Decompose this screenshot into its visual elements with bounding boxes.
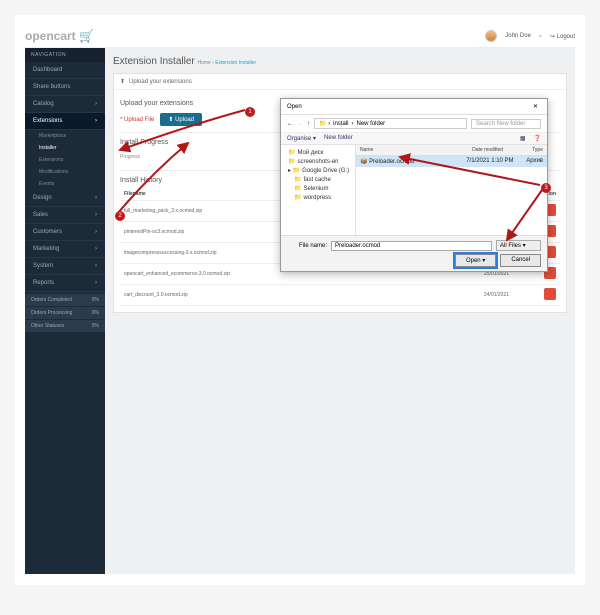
tree-item[interactable]: 📁 Мой диск <box>284 148 352 157</box>
annotation-arrow <box>385 145 555 255</box>
annotation-badge-2: 2 <box>115 211 125 221</box>
annotation-badge-1: 1 <box>245 107 255 117</box>
nav-customers[interactable]: Customers› <box>25 224 105 241</box>
forward-icon[interactable]: → <box>297 121 303 127</box>
sub-modifications[interactable]: Modifications <box>25 166 105 178</box>
topbar: opencart 🛒 John Doe ▾ ↪ Logout <box>25 25 575 48</box>
organise-menu[interactable]: Organise ▾ <box>287 135 316 142</box>
user-name[interactable]: John Doe <box>505 33 531 39</box>
sub-marketplace[interactable]: Marketplace <box>25 130 105 142</box>
avatar[interactable] <box>485 30 497 42</box>
chevron-right-icon: › <box>95 101 97 107</box>
nav-system[interactable]: System› <box>25 258 105 275</box>
help-icon[interactable]: ❓ <box>534 135 541 142</box>
new-folder-button[interactable]: New folder <box>324 135 353 142</box>
nav-extensions[interactable]: Extensions› <box>25 113 105 130</box>
filename-label: File name: <box>287 243 327 249</box>
nav-design[interactable]: Design› <box>25 190 105 207</box>
stat-processing: Orders Processing0% <box>25 307 105 319</box>
nav-marketing[interactable]: Marketing› <box>25 241 105 258</box>
delete-button[interactable] <box>544 288 556 300</box>
dialog-title: Open <box>287 104 302 110</box>
sub-extensions[interactable]: Extensions <box>25 154 105 166</box>
table-row: cart_discount_3.0.ocmod.zip24/01/2021 <box>120 285 560 306</box>
tree-item[interactable]: 📁 Selenium <box>284 184 352 193</box>
tree-item[interactable]: ▸ 📁 Google Drive (G:) <box>284 166 352 175</box>
page-title: Extension Installer Home › Extension Ins… <box>113 56 567 67</box>
sub-installer[interactable]: Installer <box>25 142 105 154</box>
sidebar: NAVIGATION Dashboard Share buttons Catal… <box>25 48 105 574</box>
stat-other: Other Statuses0% <box>25 320 105 332</box>
close-icon[interactable]: ✕ <box>530 103 541 110</box>
view-icon[interactable]: ▦ <box>520 135 526 142</box>
chevron-right-icon: › <box>95 118 97 124</box>
cancel-button[interactable]: Cancel <box>500 254 541 267</box>
nav-header: NAVIGATION <box>25 48 105 62</box>
logout-link[interactable]: ↪ Logout <box>550 33 575 40</box>
tree-item[interactable]: 📁 wordpress <box>284 193 352 202</box>
tree-item[interactable]: 📁 fast cache <box>284 175 352 184</box>
nav-sales[interactable]: Sales› <box>25 207 105 224</box>
tree-item[interactable]: 📁 screenshots-en <box>284 157 352 166</box>
nav-reports[interactable]: Reports› <box>25 275 105 292</box>
sub-events[interactable]: Events <box>25 178 105 190</box>
nav-dashboard[interactable]: Dashboard <box>25 62 105 79</box>
annotation-arrow <box>110 75 260 225</box>
folder-tree: 📁 Мой диск 📁 screenshots-en ▸ 📁 Google D… <box>281 145 356 235</box>
nav-catalog[interactable]: Catalog› <box>25 96 105 113</box>
back-icon[interactable]: ← <box>287 121 293 127</box>
stat-completed: Orders Completed0% <box>25 294 105 306</box>
address-bar[interactable]: 📁 › install › New folder <box>314 118 467 129</box>
open-button[interactable]: Open ▾ <box>455 254 496 267</box>
up-icon[interactable]: ↑ <box>307 121 310 127</box>
nav-share[interactable]: Share buttons <box>25 79 105 96</box>
brand-logo: opencart 🛒 <box>25 29 94 43</box>
search-input[interactable]: Search New folder <box>471 119 541 129</box>
annotation-badge-3: 3 <box>541 183 551 193</box>
